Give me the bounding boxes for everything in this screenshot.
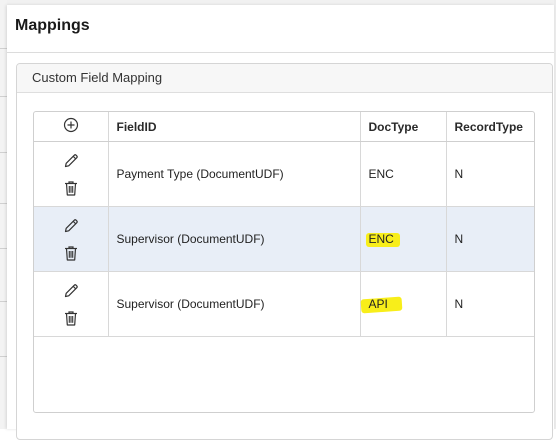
mappings-dialog: Mappings Custom Field Mapping FieldID Do… [7,5,554,440]
column-header-record-type[interactable]: RecordType [446,112,534,142]
pencil-icon[interactable] [62,152,80,170]
row-actions-cell [34,206,109,272]
trash-icon[interactable] [63,245,79,262]
doc-type-highlight: ENC [365,232,401,247]
mapping-grid: FieldID DocType RecordType Payment Type … [33,111,535,413]
background-divider [0,152,7,153]
plus-circle-icon[interactable] [63,117,79,133]
doc-type-cell: API [360,271,447,337]
background-divider [0,301,7,302]
title-divider [7,52,554,53]
background-divider [0,96,7,97]
add-column-header [34,112,109,142]
panel-title: Custom Field Mapping [17,64,552,93]
mapping-table: FieldID DocType RecordType Payment Type … [34,112,534,337]
background-divider [0,356,7,357]
field-id-cell: Supervisor (DocumentUDF) [108,271,361,337]
background-divider [0,48,7,49]
doc-type-cell: ENC [360,206,447,272]
table-row[interactable]: Supervisor (DocumentUDF) ENC N [34,206,534,272]
table-row[interactable]: Payment Type (DocumentUDF) ENC N [34,141,534,207]
pencil-icon[interactable] [62,282,80,300]
pencil-icon[interactable] [62,217,80,235]
record-type-cell: N [446,271,534,337]
record-type-cell: N [446,141,534,207]
doc-type-cell: ENC [360,141,447,207]
trash-icon[interactable] [63,310,79,327]
record-type-cell: N [446,206,534,272]
field-id-cell: Supervisor (DocumentUDF) [108,206,361,272]
background-divider [0,203,7,204]
header-row: FieldID DocType RecordType [34,112,534,142]
doc-type-highlight: API [368,297,388,311]
column-header-doc-type[interactable]: DocType [360,112,447,142]
field-id-cell: Payment Type (DocumentUDF) [108,141,361,207]
column-header-field-id[interactable]: FieldID [108,112,361,142]
dialog-title: Mappings [15,17,90,34]
background-divider [0,248,7,249]
custom-field-mapping-panel: Custom Field Mapping FieldID DocType Rec… [16,63,553,440]
table-row[interactable]: Supervisor (DocumentUDF) API N [34,271,534,337]
row-actions-cell [34,141,109,207]
trash-icon[interactable] [63,180,79,197]
row-actions-cell [34,271,109,337]
